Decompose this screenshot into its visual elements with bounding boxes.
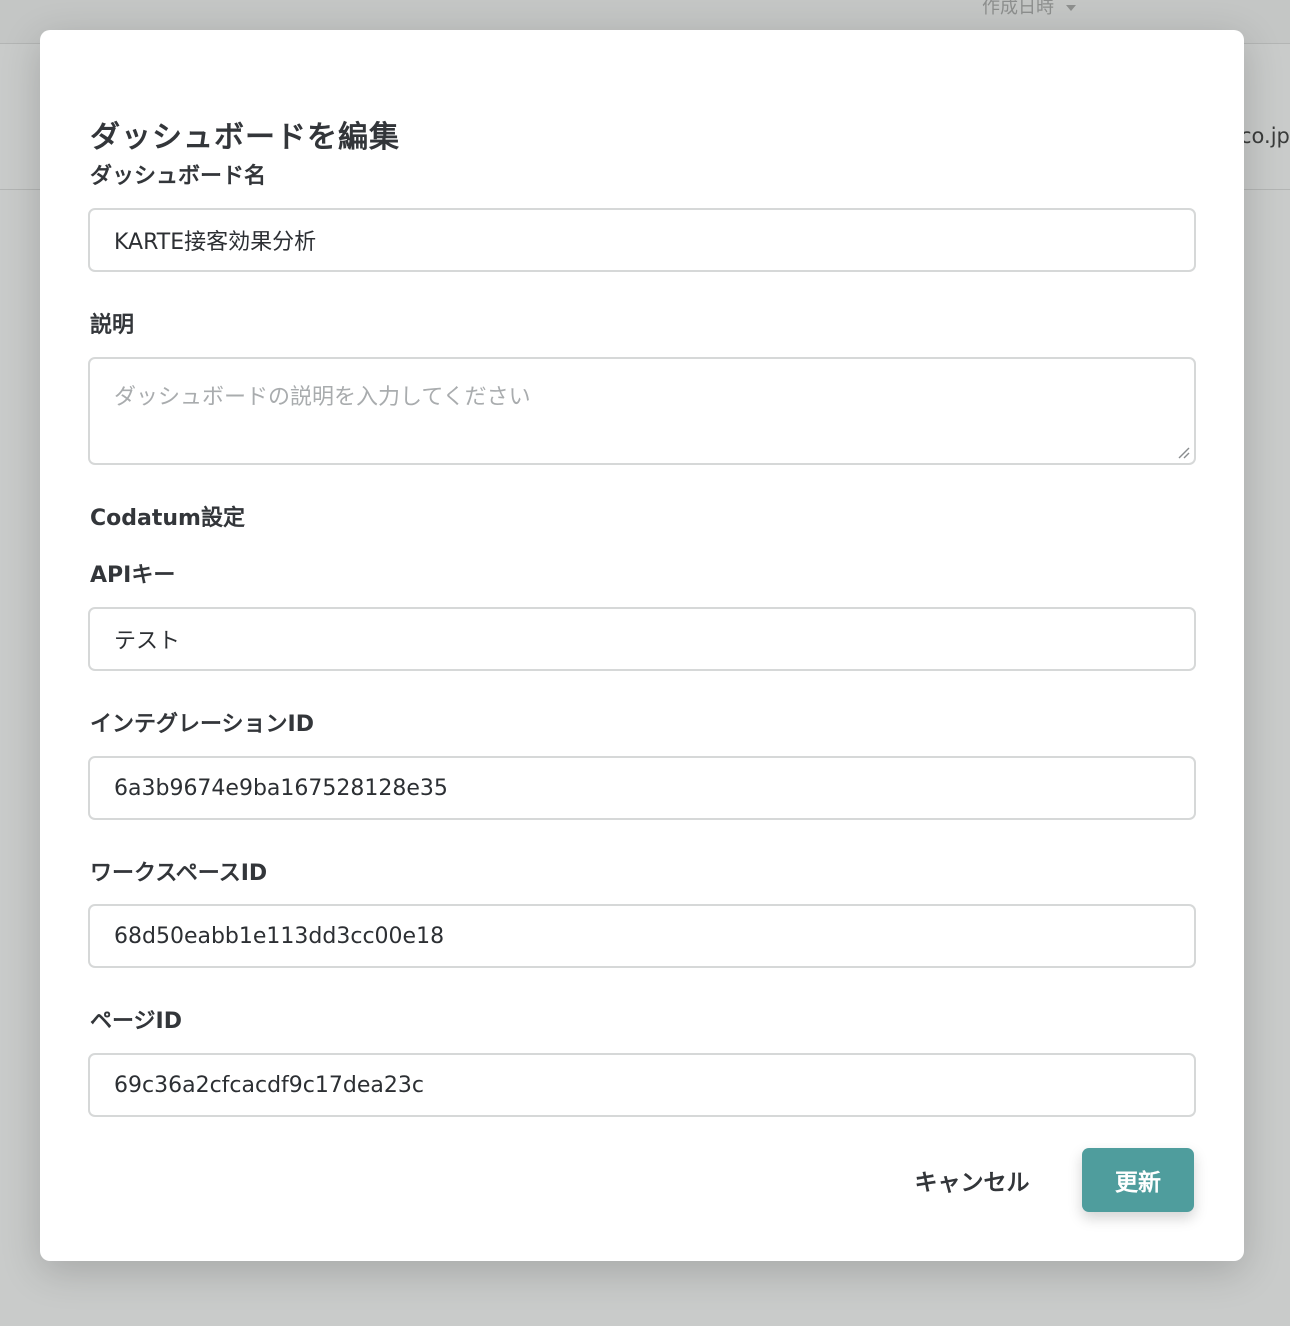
integration-id-value: 6a3b9674e9ba167528128e35 xyxy=(114,775,448,801)
dashboard-name-value: KARTE接客効果分析 xyxy=(114,230,317,255)
edit-dashboard-modal: ダッシュボードを編集 ダッシュボード名 KARTE接客効果分析 説明 ダッシュボ… xyxy=(40,30,1244,1261)
integration-id-input[interactable]: 6a3b9674e9ba167528128e35 xyxy=(88,756,1196,820)
codatum-section-title: Codatum設定 xyxy=(90,506,245,531)
api-key-value: テスト xyxy=(114,629,181,654)
description-label: 説明 xyxy=(90,313,135,338)
workspace-id-input[interactable]: 68d50eabb1e113dd3cc00e18 xyxy=(88,904,1196,968)
modal-title: ダッシュボードを編集 xyxy=(90,120,400,155)
update-button[interactable]: 更新 xyxy=(1082,1148,1194,1212)
caret-down-icon xyxy=(1066,5,1076,11)
workspace-id-value: 68d50eabb1e113dd3cc00e18 xyxy=(114,923,445,949)
api-key-input[interactable]: テスト xyxy=(88,607,1196,671)
page-id-label: ページID xyxy=(90,1009,183,1034)
description-placeholder: ダッシュボードの説明を入力してください xyxy=(114,385,531,410)
background-row-email: co.jp xyxy=(1240,124,1290,148)
description-textarea[interactable]: ダッシュボードの説明を入力してください xyxy=(88,357,1196,465)
sort-control: 作成日時 xyxy=(982,0,1076,19)
api-key-label: APIキー xyxy=(90,563,176,588)
integration-id-label: インテグレーションID xyxy=(90,712,315,737)
resize-handle-icon[interactable] xyxy=(1176,445,1190,459)
dashboard-name-input[interactable]: KARTE接客効果分析 xyxy=(88,208,1196,272)
page-id-value: 69c36a2cfcacdf9c17dea23c xyxy=(114,1072,424,1098)
sort-label: 作成日時 xyxy=(982,0,1054,18)
cancel-button[interactable]: キャンセル xyxy=(902,1148,1042,1212)
page-id-input[interactable]: 69c36a2cfcacdf9c17dea23c xyxy=(88,1053,1196,1117)
dashboard-name-label: ダッシュボード名 xyxy=(90,164,267,189)
workspace-id-label: ワークスペースID xyxy=(90,861,268,886)
